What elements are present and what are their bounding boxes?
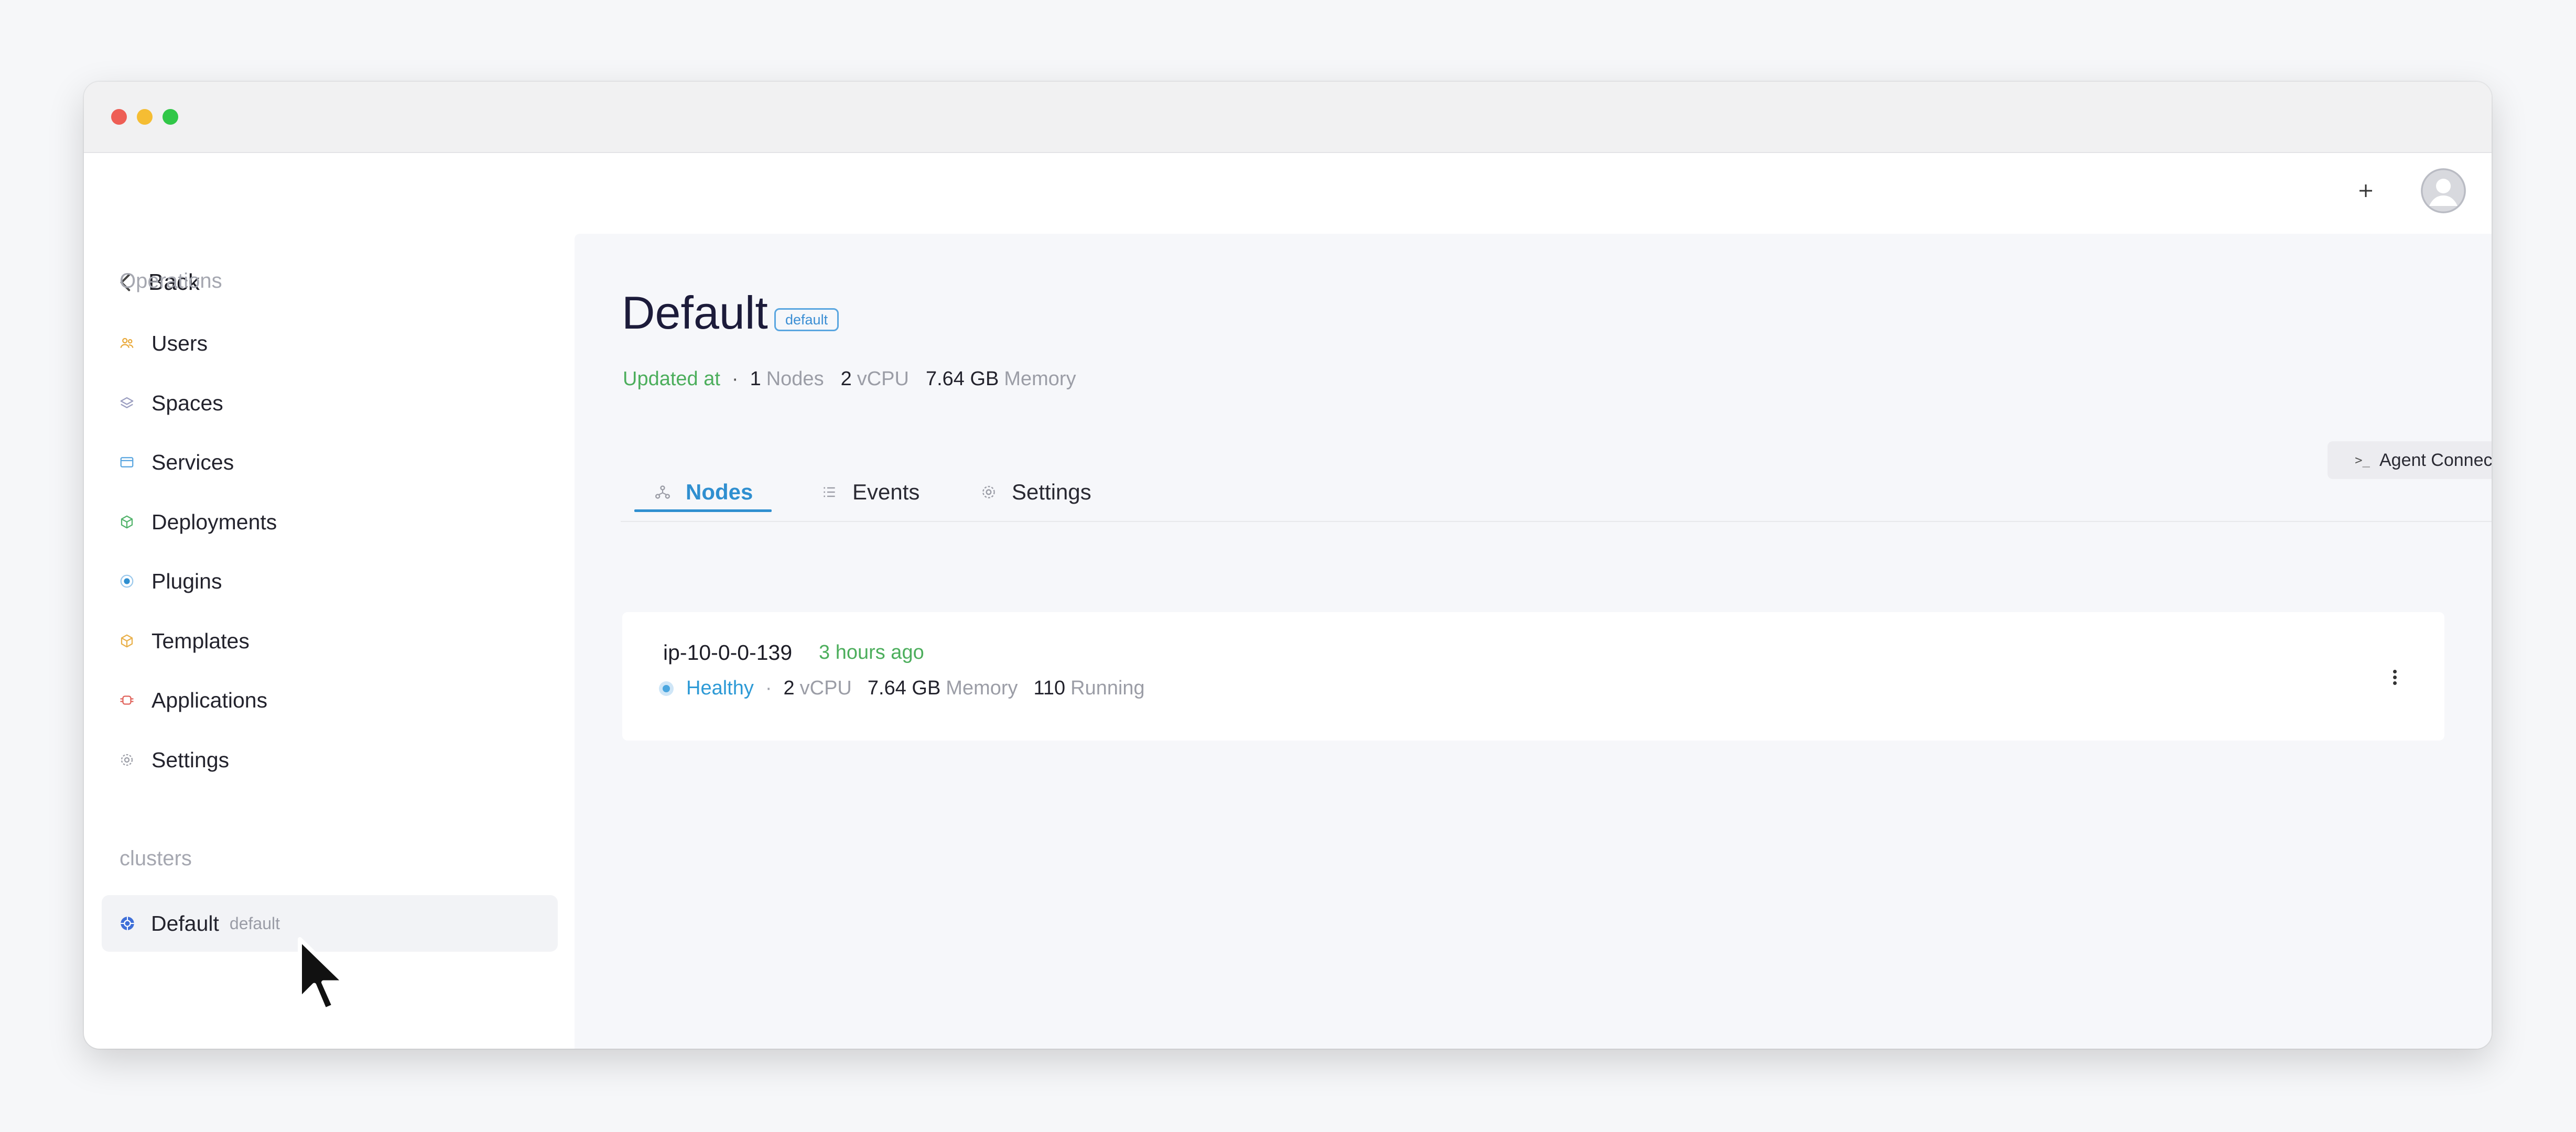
sidebar-item-spaces[interactable]: Spaces bbox=[118, 382, 223, 424]
sidebar-item-label: Deployments bbox=[151, 509, 277, 534]
minimize-window-button[interactable] bbox=[137, 109, 153, 125]
node-memory-label: Memory bbox=[946, 677, 1018, 699]
tab-events[interactable]: Events bbox=[821, 464, 919, 520]
cluster-tag: default bbox=[229, 913, 280, 933]
user-avatar[interactable] bbox=[2421, 168, 2466, 213]
users-icon bbox=[118, 334, 136, 352]
sidebar-item-label: Spaces bbox=[151, 390, 223, 415]
node-memory-value: 7.64 GB bbox=[867, 677, 941, 699]
nodes-count: 1 bbox=[750, 368, 761, 390]
sidebar-item-templates[interactable]: Templates bbox=[118, 620, 250, 662]
cluster-meta: Updated at · 1 Nodes 2 vCPU 7.64 GB Memo… bbox=[623, 368, 1076, 390]
status-dot-icon bbox=[659, 681, 674, 696]
tab-bar: Nodes Events Settings bbox=[621, 464, 2492, 522]
sidebar-item-label: Services bbox=[151, 450, 234, 474]
sidebar-item-settings[interactable]: Settings bbox=[118, 739, 229, 781]
sidebar-item-label: Templates bbox=[151, 628, 250, 653]
node-vcpu-label: vCPU bbox=[799, 677, 852, 699]
user-avatar-icon bbox=[2421, 168, 2466, 213]
mouse-pointer-icon bbox=[298, 937, 347, 1012]
more-vertical-icon[interactable] bbox=[2387, 662, 2402, 692]
node-running-value: 110 bbox=[1033, 677, 1066, 699]
add-button[interactable] bbox=[2347, 172, 2384, 209]
app-window: Back Operations Users Spaces Services De… bbox=[84, 82, 2492, 1049]
sidebar-item-label: Settings bbox=[151, 747, 230, 772]
node-status-row: Healthy · 2 vCPU 7.64 GB Memory 110 Runn… bbox=[659, 677, 1145, 700]
window-icon bbox=[118, 453, 136, 471]
tab-label: Settings bbox=[1012, 480, 1091, 504]
list-icon bbox=[824, 487, 835, 497]
updated-label: Updated at bbox=[623, 368, 720, 390]
gear-icon bbox=[118, 751, 136, 769]
plugin-icon bbox=[118, 572, 136, 590]
node-vcpu-value: 2 bbox=[783, 677, 795, 699]
sidebar-item-services[interactable]: Services bbox=[118, 441, 234, 483]
node-name[interactable]: ip-10-0-0-139 bbox=[663, 640, 792, 665]
node-age: 3 hours ago bbox=[819, 641, 924, 663]
cluster-badge: default bbox=[774, 308, 839, 331]
vcpu-value: 2 bbox=[840, 368, 852, 390]
sidebar-item-label: Plugins bbox=[151, 569, 222, 593]
plus-icon bbox=[2359, 184, 2372, 197]
cluster-label: Default bbox=[151, 911, 219, 935]
maximize-window-button[interactable] bbox=[163, 109, 178, 125]
sidebar-item-label: Applications bbox=[151, 688, 268, 712]
layers-icon bbox=[118, 394, 136, 412]
memory-value: 7.64 GB bbox=[925, 368, 999, 390]
sidebar-item-plugins[interactable]: Plugins bbox=[118, 560, 222, 602]
cube-icon bbox=[118, 632, 136, 650]
nodes-icon bbox=[655, 485, 670, 499]
tab-label: Events bbox=[852, 480, 920, 504]
node-card[interactable]: ip-10-0-0-139 3 hours ago Healthy · 2 vC… bbox=[622, 612, 2444, 741]
node-running-label: Running bbox=[1070, 677, 1145, 699]
memory-label: Memory bbox=[1004, 368, 1076, 390]
clusters-section-title: clusters bbox=[120, 847, 192, 870]
title-bar bbox=[84, 82, 2492, 153]
meta-separator: · bbox=[731, 368, 739, 390]
active-tab-indicator bbox=[634, 509, 772, 512]
status-separator: · bbox=[765, 677, 772, 699]
sidebar-item-users[interactable]: Users bbox=[118, 322, 208, 364]
sidebar-item-applications[interactable]: Applications bbox=[118, 679, 267, 721]
vcpu-label: vCPU bbox=[857, 368, 909, 390]
tab-label: Nodes bbox=[686, 480, 753, 504]
page-title: Default bbox=[622, 287, 768, 339]
sidebar-item-label: Users bbox=[151, 331, 208, 355]
status-badge: Healthy bbox=[686, 677, 754, 699]
operations-section-title: Operations bbox=[120, 269, 222, 292]
nodes-label: Nodes bbox=[766, 368, 824, 390]
gear-icon bbox=[982, 486, 995, 498]
box-icon bbox=[118, 513, 136, 531]
cluster-icon bbox=[121, 917, 134, 930]
tab-settings[interactable]: Settings bbox=[980, 464, 1091, 520]
sidebar-item-deployments[interactable]: Deployments bbox=[118, 501, 277, 543]
app-icon bbox=[118, 691, 136, 709]
close-window-button[interactable] bbox=[111, 109, 127, 125]
